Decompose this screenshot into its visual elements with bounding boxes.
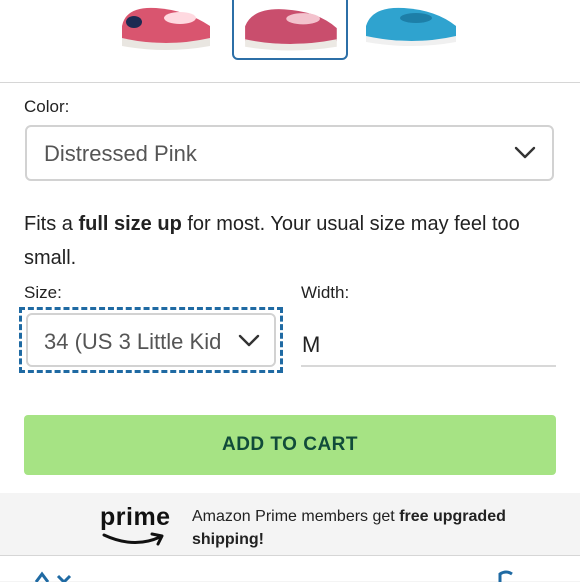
prime-banner: prime Amazon Prime members get free upgr… bbox=[0, 493, 580, 555]
color-dropdown[interactable]: Distressed Pink bbox=[25, 125, 554, 181]
prime-smile-icon bbox=[102, 532, 164, 546]
partial-nav-icon[interactable] bbox=[32, 570, 72, 582]
purchase-options-panel: Color: Distressed Pink Fits a full size … bbox=[0, 82, 580, 494]
size-label: Size: bbox=[24, 283, 62, 302]
bottom-nav-partial bbox=[0, 555, 580, 582]
color-selected-value: Distressed Pink bbox=[44, 141, 197, 166]
partial-nav-icon[interactable] bbox=[496, 570, 536, 582]
chevron-down-icon bbox=[514, 146, 536, 159]
thumbnail-strip bbox=[0, 0, 580, 82]
width-label: Width: bbox=[301, 283, 350, 302]
width-value: M bbox=[302, 332, 321, 357]
size-dropdown[interactable]: 34 (US 3 Little Kid bbox=[26, 313, 276, 367]
blue-shoe-image bbox=[366, 7, 456, 46]
chevron-down-icon bbox=[238, 334, 260, 347]
prime-logo-text: prime bbox=[100, 503, 171, 531]
color-label: Color: bbox=[24, 97, 70, 116]
fit-note-prefix: Fits a bbox=[24, 213, 79, 235]
pink-shoe-image bbox=[122, 7, 210, 50]
thumbnail-pink-shoe-selected[interactable] bbox=[232, 0, 348, 60]
pink-shoe-selected-image bbox=[245, 9, 337, 51]
size-selected-value: 34 (US 3 Little Kid bbox=[44, 329, 222, 354]
fit-note: Fits a full size up for most. Your usual… bbox=[24, 207, 554, 275]
width-field[interactable]: M bbox=[301, 323, 556, 367]
prime-logo: prime bbox=[100, 503, 172, 549]
thumbnail-blue-shoe[interactable] bbox=[360, 0, 460, 54]
thumbnail-pink-shoe[interactable] bbox=[116, 0, 216, 54]
prime-message-prefix: Amazon Prime members get bbox=[192, 508, 400, 525]
fit-note-bold: full size up bbox=[78, 213, 182, 235]
prime-message: Amazon Prime members get free upgraded s… bbox=[192, 505, 552, 551]
add-to-cart-button[interactable]: ADD TO CART bbox=[24, 415, 556, 475]
